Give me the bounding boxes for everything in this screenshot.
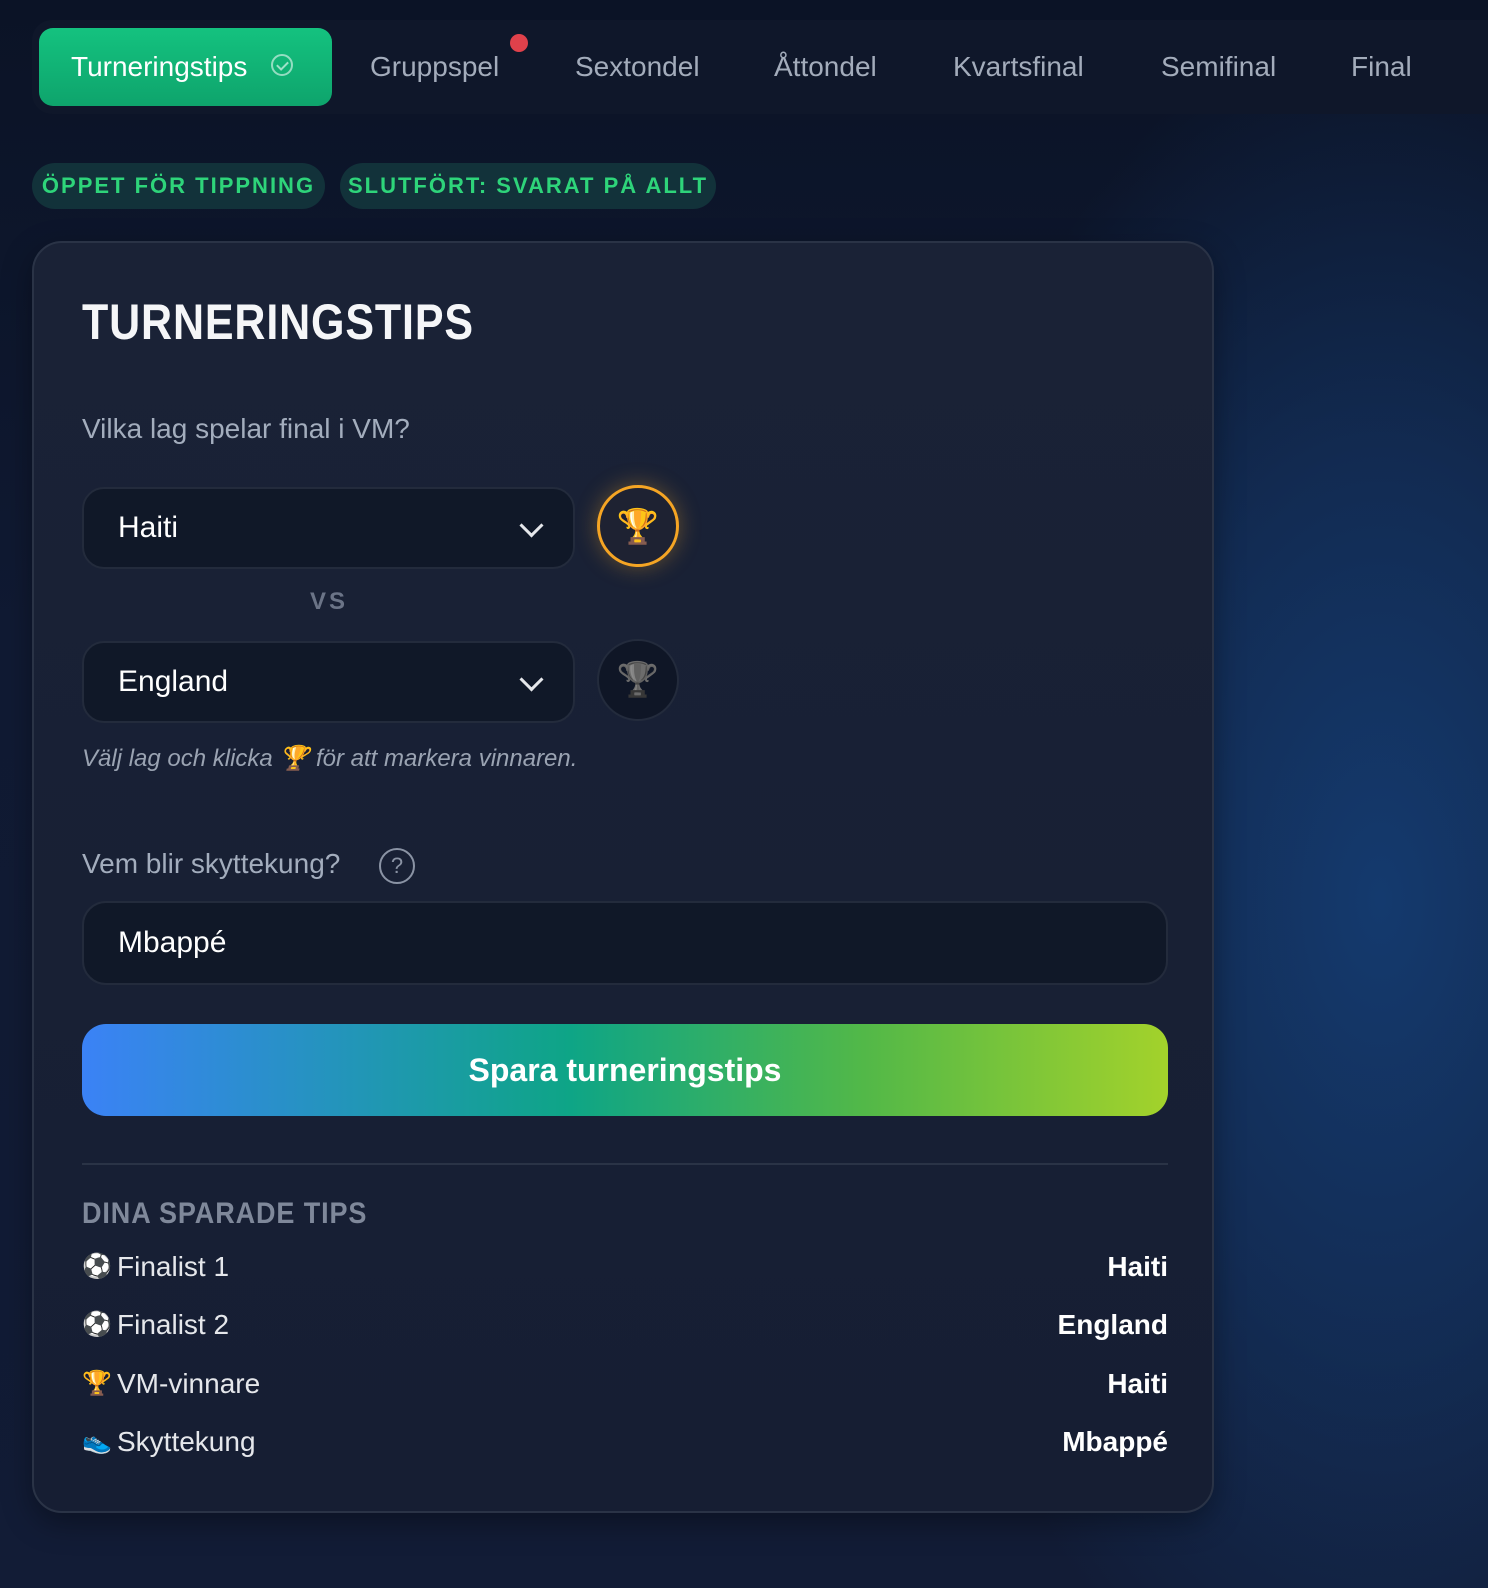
chevron-down-icon [519, 667, 544, 692]
check-circle-icon [271, 54, 293, 76]
tab-label: Sextondel [575, 51, 700, 82]
saved-tip-label: VM-vinnare [117, 1368, 261, 1399]
saved-tip-row: ⚽ Finalist 2 England [82, 1307, 1168, 1347]
saved-tip-label: Finalist 1 [117, 1251, 230, 1282]
status-badge-open: ÖPPET FÖR TIPPNING [32, 163, 325, 209]
team2-select[interactable]: England [82, 641, 575, 723]
trophy-icon: 🏆 [616, 661, 660, 699]
saved-tip-label: Skyttekung [117, 1426, 256, 1457]
saved-tip-row: 👟 Skyttekung Mbappé [82, 1424, 1168, 1464]
saved-tip-value: Haiti [1107, 1368, 1168, 1399]
top-scorer-input[interactable] [82, 901, 1168, 985]
tab-label: Åttondel [774, 51, 877, 82]
trophy-icon: 🏆 [616, 508, 660, 546]
team1-winner-trophy-button[interactable]: 🏆 [597, 485, 679, 567]
tab-sextondel[interactable]: Sextondel [575, 28, 700, 106]
tab-label: Gruppspel [370, 51, 500, 82]
tab-label: Turneringstips [71, 51, 248, 82]
chevron-down-icon [519, 513, 544, 538]
divider [82, 1163, 1168, 1165]
saved-tip-value: Mbappé [1062, 1426, 1168, 1457]
help-icon[interactable]: ? [379, 848, 415, 884]
tab-label: Final [1351, 51, 1412, 82]
tab-kvartsfinal[interactable]: Kvartsfinal [953, 28, 1084, 106]
saved-tip-row: 🏆 VM-vinnare Haiti [82, 1366, 1168, 1406]
team2-value: England [118, 665, 229, 698]
save-tips-button[interactable]: Spara turneringstips [82, 1024, 1168, 1116]
team1-select[interactable]: Haiti [82, 487, 575, 569]
notification-dot-icon [510, 34, 528, 52]
tab-label: Kvartsfinal [953, 51, 1084, 82]
tab-turneringstips[interactable]: Turneringstips [39, 28, 332, 106]
vs-label: VS [309, 588, 348, 615]
saved-tip-row: ⚽ Finalist 1 Haiti [82, 1249, 1168, 1289]
tab-final[interactable]: Final [1351, 28, 1412, 106]
status-badge-completed: SLUTFÖRT: SVARAT PÅ ALLT [340, 163, 716, 209]
card-title: TURNERINGSTIPS [82, 294, 474, 350]
scorer-question-label: Vem blir skyttekung? [82, 848, 341, 879]
final-question-label: Vilka lag spelar final i VM? [82, 413, 410, 444]
saved-tip-value: England [1057, 1309, 1168, 1340]
saved-tips-heading: DINA SPARADE TIPS [82, 1197, 368, 1230]
tab-gruppspel[interactable]: Gruppspel [370, 28, 499, 106]
soccer-ball-icon: ⚽ [82, 1253, 112, 1280]
winner-hint: Välj lag och klicka 🏆 för att markera vi… [82, 745, 578, 772]
team1-value: Haiti [118, 511, 179, 544]
saved-tip-value: Haiti [1107, 1251, 1168, 1282]
tab-semifinal[interactable]: Semifinal [1161, 28, 1276, 106]
stage-tabs: Turneringstips Gruppspel Sextondel Åtton… [32, 20, 1488, 114]
tab-attondel[interactable]: Åttondel [774, 28, 877, 106]
tournament-tips-card: TURNERINGSTIPS Vilka lag spelar final i … [32, 241, 1214, 1513]
saved-tip-label: Finalist 2 [117, 1309, 230, 1340]
soccer-ball-icon: ⚽ [82, 1311, 112, 1338]
tab-label: Semifinal [1161, 51, 1277, 82]
trophy-icon: 🏆 [82, 1370, 112, 1397]
team2-winner-trophy-button[interactable]: 🏆 [597, 639, 679, 721]
football-boot-icon: 👟 [82, 1428, 112, 1455]
